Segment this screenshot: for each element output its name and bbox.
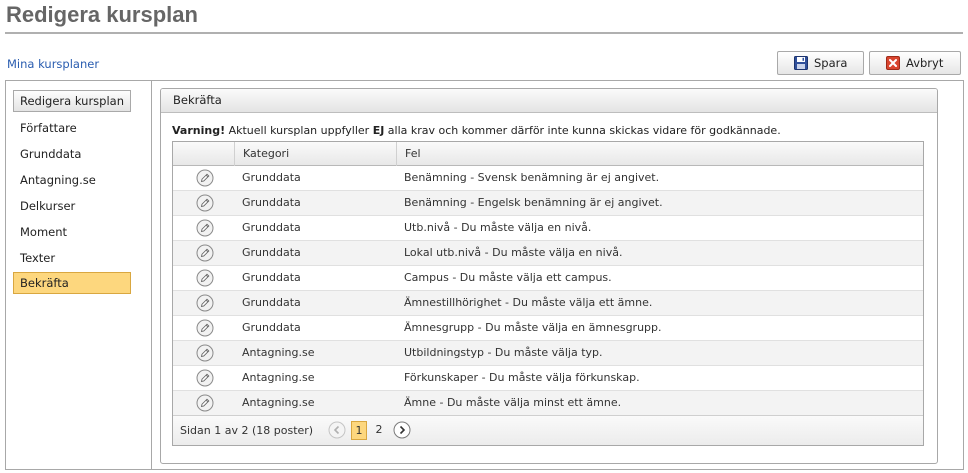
table-row: Grunddata Benämning - Engelsk benämning … <box>173 191 923 216</box>
page-title: Redigera kursplan <box>6 2 198 27</box>
error-grid: Kategori Fel Grunddata Benämning - Svens… <box>172 141 924 446</box>
pencil-icon[interactable] <box>196 394 214 412</box>
table-row: Grunddata Ämnesgrupp - Du måste välja en… <box>173 316 923 341</box>
kategori-cell: Grunddata <box>242 296 301 309</box>
kategori-cell: Grunddata <box>242 246 301 259</box>
sidebar-item-texter[interactable]: Texter <box>13 247 131 269</box>
sidebar-item-delkurser[interactable]: Delkurser <box>13 195 131 217</box>
fel-cell: Ämnesgrupp - Du måste välja en ämnesgrup… <box>404 321 662 334</box>
pencil-icon[interactable] <box>196 194 214 212</box>
pencil-icon[interactable] <box>196 294 214 312</box>
warning-text-2: alla krav och kommer därför inte kunna s… <box>384 124 781 137</box>
warning-text-1: Aktuell kursplan uppfyller <box>225 124 373 137</box>
sidebar-item-antagning[interactable]: Antagning.se <box>13 169 131 191</box>
pencil-icon[interactable] <box>196 169 214 187</box>
pencil-icon[interactable] <box>196 344 214 362</box>
page-1-button[interactable]: 1 <box>351 421 367 440</box>
grid-header: Kategori Fel <box>173 142 923 166</box>
pencil-icon[interactable] <box>196 269 214 287</box>
sidebar-divider <box>151 80 152 470</box>
pager-info: Sidan 1 av 2 (18 poster) <box>180 424 314 437</box>
fel-cell: Utbildningstyp - Du måste välja typ. <box>404 346 603 359</box>
table-row: Grunddata Ämnestillhörighet - Du måste v… <box>173 291 923 316</box>
warning-prefix: Varning! <box>172 124 226 137</box>
column-header-action <box>173 142 234 166</box>
kategori-cell: Antagning.se <box>242 371 315 384</box>
kategori-cell: Antagning.se <box>242 396 315 409</box>
pencil-icon[interactable] <box>196 219 214 237</box>
column-header-fel[interactable]: Fel <box>396 142 923 166</box>
pencil-icon[interactable] <box>196 369 214 387</box>
fel-cell: Ämne - Du måste välja minst ett ämne. <box>404 396 622 409</box>
chevron-left-icon[interactable] <box>328 421 346 439</box>
sidebar-item-moment[interactable]: Moment <box>13 221 131 243</box>
table-row: Antagning.se Ämne - Du måste välja minst… <box>173 391 923 416</box>
warning-message: Varning! Aktuell kursplan uppfyller EJ a… <box>172 124 781 137</box>
fel-cell: Campus - Du måste välja ett campus. <box>404 271 612 284</box>
save-button-label: Spara <box>814 56 848 70</box>
sidebar-item-redigera-kursplan[interactable]: Redigera kursplan <box>13 90 131 112</box>
table-row: Grunddata Benämning - Svensk benämning ä… <box>173 166 923 191</box>
kategori-cell: Antagning.se <box>242 346 315 359</box>
fel-cell: Lokal utb.nivå - Du måste välja en nivå. <box>404 246 623 259</box>
pencil-icon[interactable] <box>196 244 214 262</box>
kategori-cell: Grunddata <box>242 321 301 334</box>
save-button[interactable]: Spara <box>777 51 864 75</box>
panel-title: Bekräfta <box>161 89 937 113</box>
page-2-button[interactable]: 2 <box>371 421 387 440</box>
fel-cell: Benämning - Engelsk benämning är ej angi… <box>404 196 663 209</box>
sidebar-item-bekrafta[interactable]: Bekräfta <box>13 272 131 294</box>
fel-cell: Förkunskaper - Du måste välja förkunskap… <box>404 371 640 384</box>
column-header-kategori[interactable]: Kategori <box>234 142 396 166</box>
table-row: Antagning.se Utbildningstyp - Du måste v… <box>173 341 923 366</box>
chevron-right-icon[interactable] <box>393 421 411 439</box>
table-row: Antagning.se Förkunskaper - Du måste väl… <box>173 366 923 391</box>
floppy-disk-icon <box>794 56 808 70</box>
breadcrumb-mina-kursplaner[interactable]: Mina kursplaner <box>7 57 99 71</box>
kategori-cell: Grunddata <box>242 171 301 184</box>
table-row: Grunddata Lokal utb.nivå - Du måste välj… <box>173 241 923 266</box>
pager: Sidan 1 av 2 (18 poster) 1 2 <box>173 415 923 445</box>
fel-cell: Ämnestillhörighet - Du måste välja ett ä… <box>404 296 653 309</box>
title-divider <box>5 32 963 34</box>
cancel-button[interactable]: Avbryt <box>869 51 961 75</box>
pencil-icon[interactable] <box>196 319 214 337</box>
kategori-cell: Grunddata <box>242 196 301 209</box>
table-row: Grunddata Campus - Du måste välja ett ca… <box>173 266 923 291</box>
red-x-icon <box>886 56 900 70</box>
cancel-button-label: Avbryt <box>906 56 944 70</box>
kategori-cell: Grunddata <box>242 271 301 284</box>
fel-cell: Benämning - Svensk benämning är ej angiv… <box>404 171 660 184</box>
sidebar-item-grunddata[interactable]: Grunddata <box>13 143 131 165</box>
kategori-cell: Grunddata <box>242 221 301 234</box>
confirm-panel: Bekräfta Varning! Aktuell kursplan uppfy… <box>160 88 938 464</box>
warning-emphasis: EJ <box>372 124 385 137</box>
table-row: Grunddata Utb.nivå - Du måste välja en n… <box>173 216 923 241</box>
sidebar-item-forfattare[interactable]: Författare <box>13 117 131 139</box>
fel-cell: Utb.nivå - Du måste välja en nivå. <box>404 221 592 234</box>
